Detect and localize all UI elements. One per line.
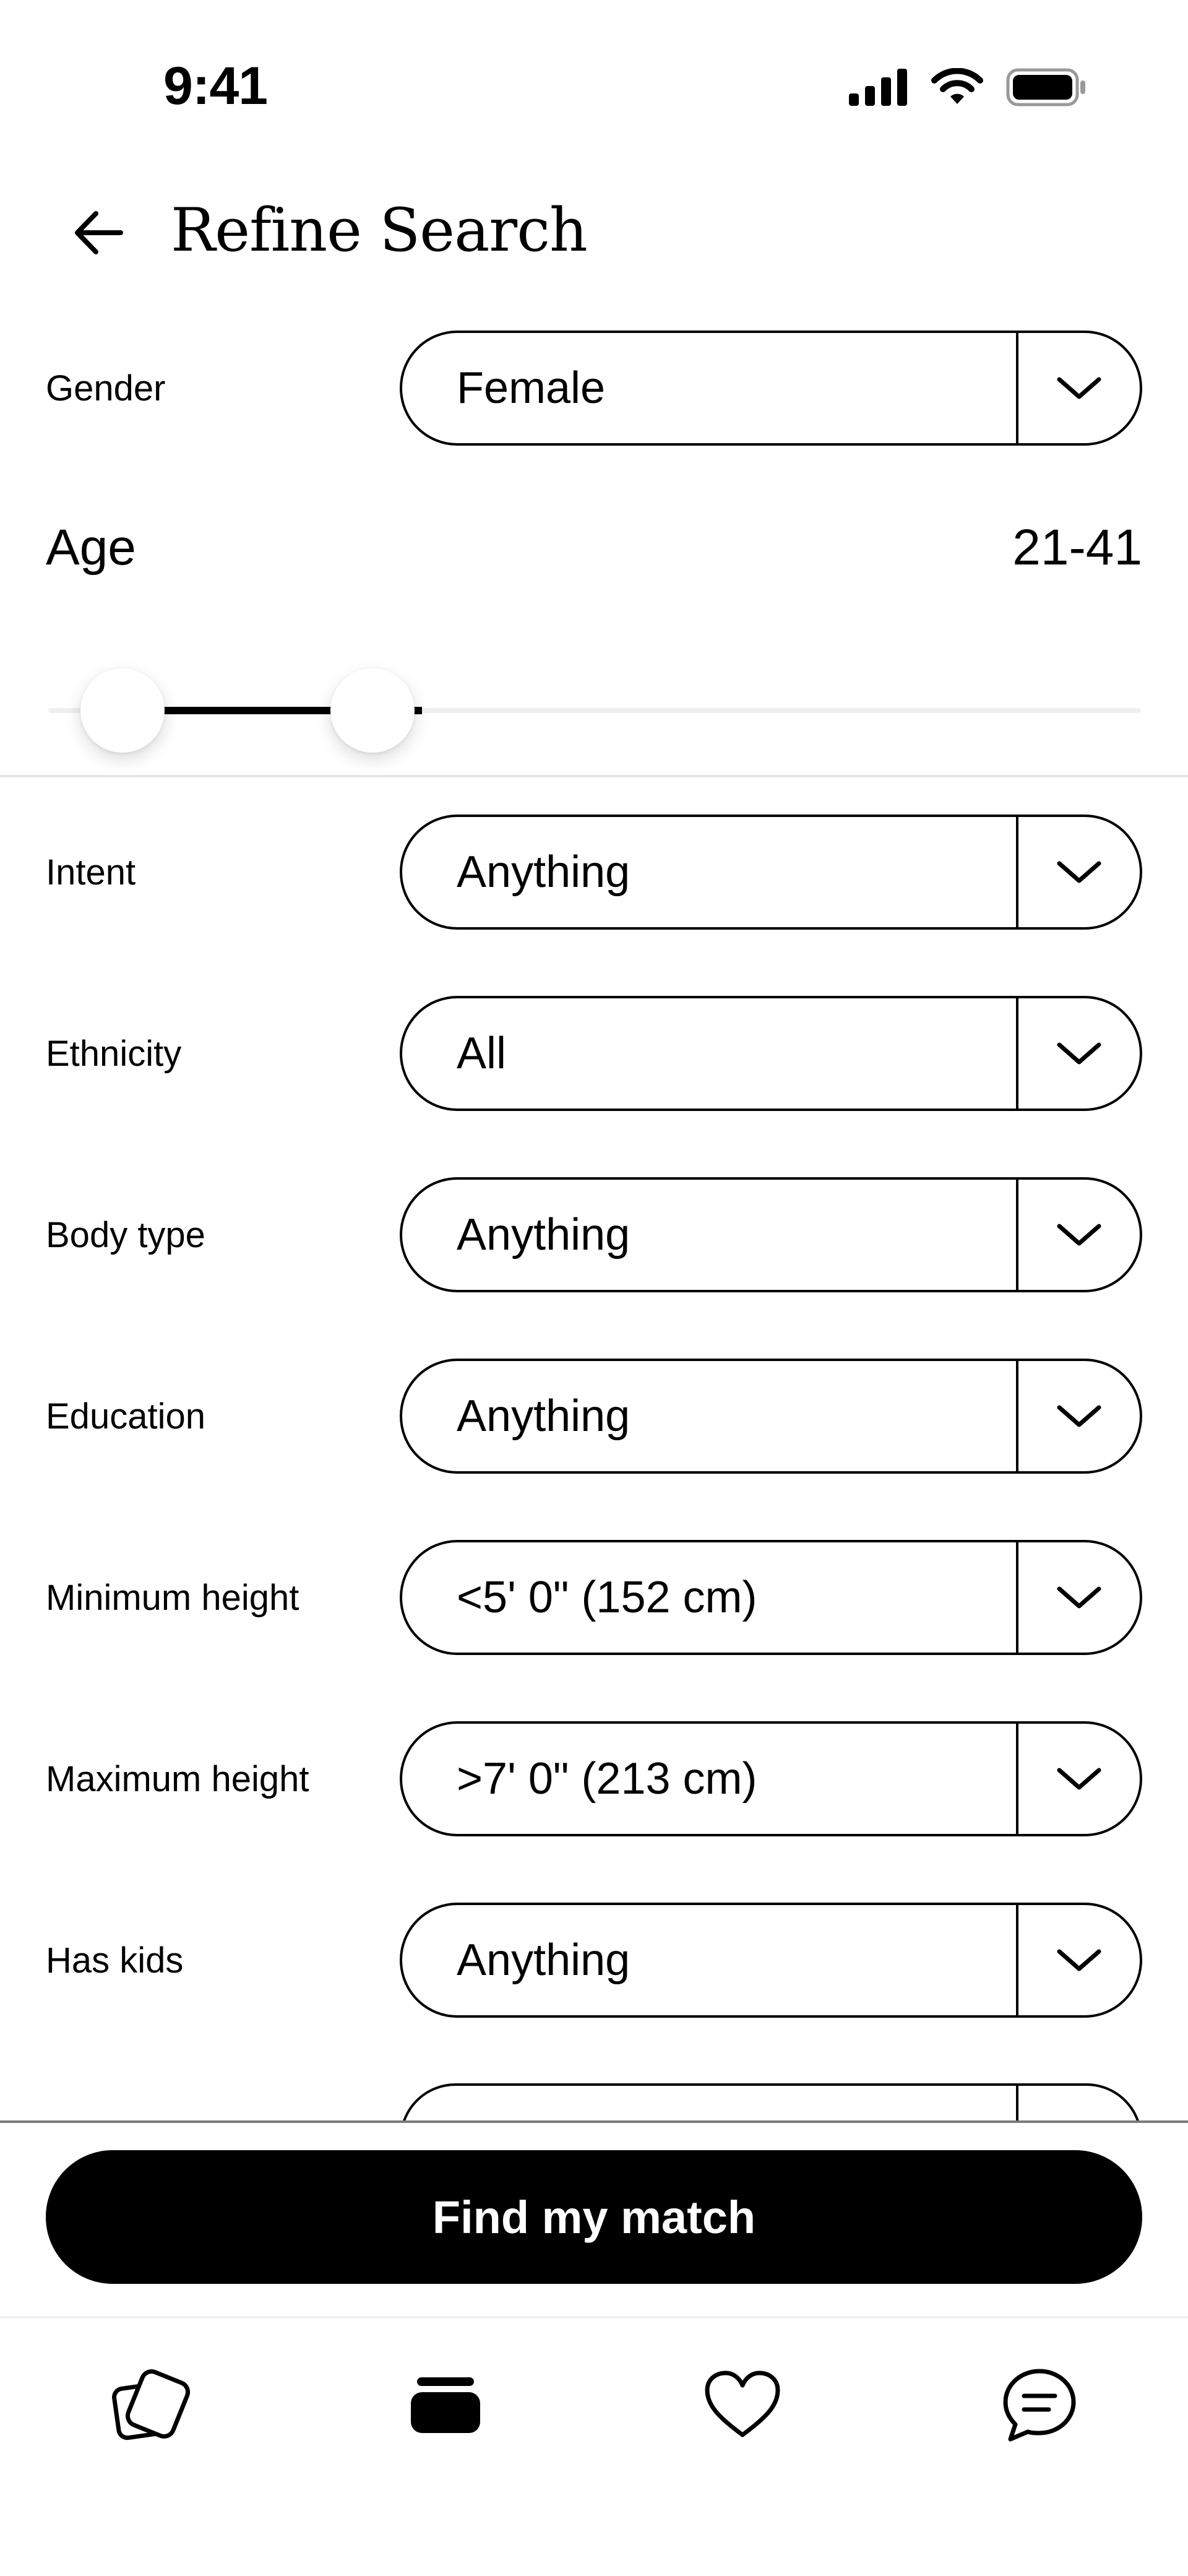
body-type-select[interactable]: Anything: [400, 1177, 1142, 1292]
filter-row-education: Education Anything: [0, 1359, 1188, 1474]
filter-value: <5' 0" (152 cm): [457, 1573, 757, 1622]
age-min-thumb[interactable]: [80, 668, 165, 753]
dropdown-button[interactable]: [1018, 1361, 1140, 1471]
filter-value: Anything: [457, 1935, 631, 1985]
education-select[interactable]: Anything: [400, 1359, 1142, 1474]
chevron-down-icon: [1057, 1586, 1101, 1609]
filter-label: Education: [46, 1396, 205, 1437]
heart-icon: [705, 2371, 780, 2437]
filter-label: Body type: [46, 1214, 205, 1255]
page-title: Refine Search: [171, 196, 588, 265]
gender-label: Gender: [46, 368, 166, 408]
intent-select[interactable]: Anything: [400, 815, 1142, 930]
has-kids-select[interactable]: Anything: [400, 1903, 1142, 2018]
signal-icon: [849, 69, 907, 106]
tab-bar: [0, 2319, 1188, 2479]
dropdown-button[interactable]: [1018, 1542, 1140, 1653]
chevron-down-icon: [1057, 377, 1101, 399]
filter-value: Anything: [457, 847, 631, 897]
maximum-height-select[interactable]: >7' 0" (213 cm): [400, 1721, 1142, 1836]
bottom-sheet-border: [0, 2120, 1188, 2123]
select-divider: [1016, 2083, 1018, 2120]
gender-row: Gender Female: [0, 331, 1188, 446]
filter-label: Ethnicity: [46, 1033, 182, 1074]
tab-discover[interactable]: [98, 2356, 197, 2455]
filter-label: Intent: [46, 852, 136, 893]
header: Refine Search: [0, 161, 1188, 297]
dropdown-button[interactable]: [1018, 817, 1140, 927]
find-my-match-button[interactable]: Find my match: [46, 2150, 1142, 2284]
minimum-height-select[interactable]: <5' 0" (152 cm): [400, 1540, 1142, 1655]
wifi-icon: [931, 68, 983, 104]
gender-select[interactable]: Female: [400, 331, 1142, 446]
filter-row-has-kids: Has kids Anything: [0, 1903, 1188, 2018]
chevron-down-icon: [1057, 1949, 1101, 1971]
chevron-down-icon: [1057, 1224, 1101, 1246]
age-max-thumb[interactable]: [330, 668, 415, 753]
chevron-down-icon: [1057, 1042, 1101, 1065]
age-range-slider[interactable]: [48, 668, 1141, 755]
chat-bubble-icon: [1003, 2369, 1076, 2442]
tab-messages[interactable]: [990, 2356, 1089, 2455]
filter-row-maximum-height: Maximum height >7' 0" (213 cm): [0, 1721, 1188, 1836]
cards-icon: [112, 2369, 191, 2440]
battery-icon: [1006, 68, 1085, 106]
dropdown-button[interactable]: [1018, 1180, 1140, 1290]
age-value: 21-41: [1012, 519, 1142, 576]
filter-label: Has kids: [46, 1940, 184, 1981]
filter-row-intent: Intent Anything: [0, 815, 1188, 930]
dropdown-button[interactable]: [1018, 1905, 1140, 2015]
chevron-down-icon: [1057, 1768, 1101, 1790]
filter-value: >7' 0" (213 cm): [457, 1754, 757, 1804]
filter-row-ethnicity: Ethnicity All: [0, 996, 1188, 1111]
chevron-down-icon: [1057, 1405, 1101, 1427]
status-icons: [849, 68, 1087, 106]
status-time: 9:41: [163, 56, 268, 116]
back-button[interactable]: [62, 196, 136, 270]
filter-label: Maximum height: [46, 1758, 309, 1799]
gender-value: Female: [457, 363, 606, 413]
age-label: Age: [46, 519, 136, 576]
filter-value: Anything: [457, 1391, 631, 1441]
ethnicity-select[interactable]: All: [400, 996, 1142, 1111]
arrow-left-icon: [75, 211, 123, 254]
tab-likes[interactable]: [693, 2356, 792, 2455]
tab-standouts[interactable]: [396, 2356, 495, 2455]
status-bar: 9:41: [0, 0, 1188, 161]
filter-value: Anything: [457, 1210, 631, 1260]
section-divider: [0, 775, 1188, 777]
filter-value: All: [457, 1029, 507, 1078]
chevron-down-icon: [1057, 861, 1101, 883]
filter-row-body-type: Body type Anything: [0, 1177, 1188, 1292]
filter-label: Minimum height: [46, 1577, 299, 1618]
stack-icon: [411, 2377, 480, 2433]
dropdown-button[interactable]: [1018, 333, 1140, 443]
dropdown-button[interactable]: [1018, 1724, 1140, 1834]
dropdown-button[interactable]: [1018, 998, 1140, 1109]
filter-row-minimum-height: Minimum height <5' 0" (152 cm): [0, 1540, 1188, 1655]
